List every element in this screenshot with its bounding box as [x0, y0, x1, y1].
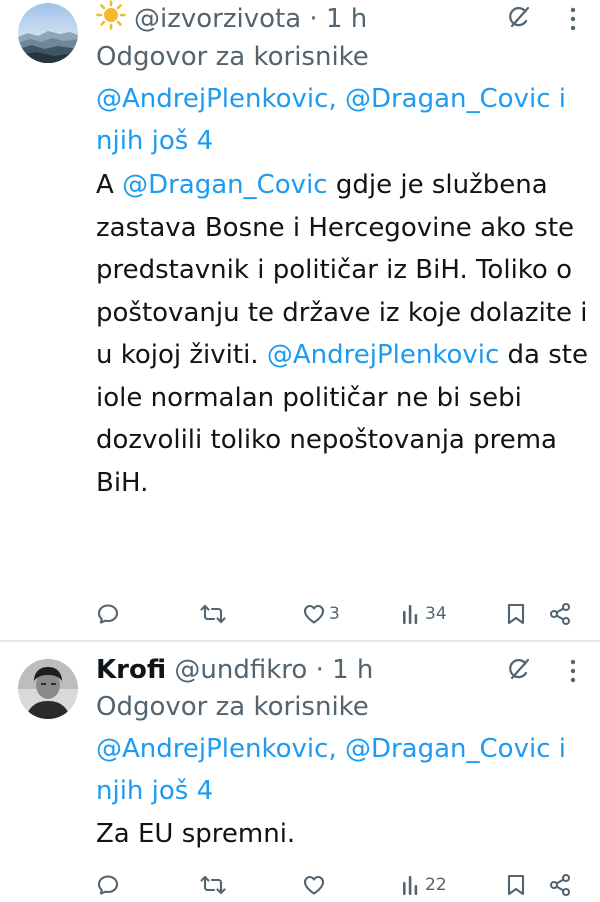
user-handle[interactable]: @undfikro [174, 655, 307, 685]
views-button[interactable]: 34 [402, 597, 447, 631]
mention-link[interactable]: @Dragan_Covic [345, 734, 551, 764]
repost-icon [200, 604, 226, 624]
mention-link[interactable]: @AndrejPlenkovic [96, 734, 328, 764]
like-icon [303, 875, 325, 895]
like-button[interactable]: 3 [302, 597, 340, 631]
bookmark-button[interactable] [505, 868, 527, 902]
repost-icon [200, 875, 226, 895]
tweet-actions: 22 [96, 868, 600, 902]
repost-button[interactable] [200, 868, 229, 902]
views-button[interactable]: 22 [402, 868, 447, 902]
bookmark-icon [507, 603, 525, 625]
views-icon [403, 876, 418, 895]
reply-icon [97, 875, 119, 895]
person-photo-avatar-image [18, 659, 78, 719]
like-icon [303, 604, 325, 624]
time-separator: · [309, 4, 318, 34]
display-name[interactable]: Krofi [96, 655, 166, 685]
share-icon [549, 873, 571, 897]
tweet-actions: 3 34 [96, 597, 600, 631]
time-separator: · [315, 655, 324, 685]
bookmark-icon [507, 874, 525, 896]
views-icon [403, 605, 418, 624]
user-avatar[interactable] [18, 3, 78, 63]
reply-prefix: Odgovor za korisnike [96, 42, 369, 72]
reply-button[interactable] [96, 597, 123, 631]
mention-link[interactable]: @AndrejPlenkovic [96, 84, 328, 114]
user-avatar[interactable] [18, 659, 78, 719]
user-handle[interactable]: @izvorzivota [134, 4, 301, 34]
share-button[interactable] [548, 868, 572, 902]
tweet-header: Krofi @undfikro · 1 h [96, 652, 588, 688]
bookmark-button[interactable] [505, 597, 527, 631]
tweet-header: @izvorzivota · 1 h [96, 0, 588, 36]
reply-icon [97, 604, 119, 624]
reply-context: Odgovor za korisnike @AndrejPlenkovic, @… [96, 42, 566, 156]
tweet-text: A @Dragan_Covic gdje je službena zastava… [96, 170, 588, 498]
reply-prefix: Odgovor za korisnike [96, 692, 369, 722]
mention-link[interactable]: @AndrejPlenkovic [267, 340, 499, 370]
share-button[interactable] [548, 597, 572, 631]
share-icon [549, 602, 571, 626]
tweet-time[interactable]: 1 h [332, 655, 373, 685]
mention-link[interactable]: @Dragan_Covic [345, 84, 551, 114]
repost-button[interactable] [200, 597, 229, 631]
tweet-time[interactable]: 1 h [326, 4, 367, 34]
reply-button[interactable] [96, 868, 123, 902]
like-button[interactable] [302, 868, 329, 902]
tweet[interactable]: Krofi @undfikro · 1 h Odgovor za korisni… [0, 640, 600, 900]
sun-emoji-icon [96, 0, 126, 40]
reply-context: Odgovor za korisnike @AndrejPlenkovic, @… [96, 692, 566, 806]
tweet[interactable]: @izvorzivota · 1 h Odgovor za korisnike … [0, 0, 600, 640]
tweet-text: Za EU spremni. [96, 819, 296, 849]
mention-link[interactable]: @Dragan_Covic [122, 170, 328, 200]
grok-icon[interactable] [506, 4, 532, 40]
landscape-avatar-image [18, 3, 78, 63]
